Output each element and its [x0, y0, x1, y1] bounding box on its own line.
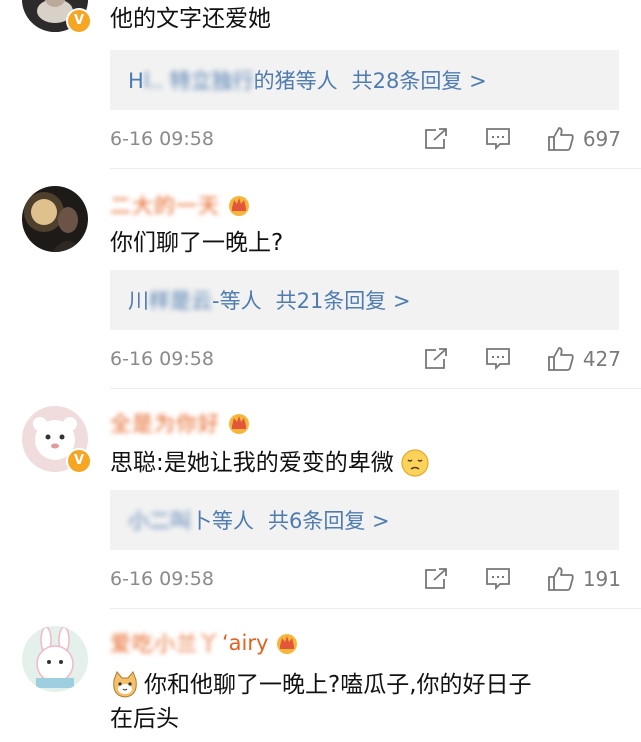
- timestamp: 6-16 09:58: [110, 568, 214, 590]
- like-count: 191: [582, 567, 621, 591]
- reply-names: 小二叫卜等人: [128, 509, 254, 533]
- comment-text: 他的文字还爱她: [110, 6, 271, 32]
- reply-summary[interactable]: 川样是云-等人 共21条回复 >: [110, 270, 619, 330]
- thumbs-up-icon: [547, 127, 574, 151]
- comment-meta: 6-16 09:58 427: [110, 344, 621, 374]
- comment-icon: [485, 348, 510, 371]
- like-count: 697: [582, 127, 621, 151]
- username-row: 二大的一天: [110, 190, 252, 220]
- username-row: 全是为你好: [110, 408, 252, 438]
- verified-v-icon: V: [66, 448, 92, 474]
- share-button[interactable]: [423, 127, 449, 151]
- comment-item: 爱吃小兰丫 ʻairy 你和他聊了一晚上?嗑瓜子,你的好日子 在后头: [0, 610, 641, 742]
- username-row: 爱吃小兰丫 ʻairy: [110, 628, 300, 658]
- username[interactable]: 全是为你好: [110, 408, 220, 438]
- crown-badge-icon: [277, 634, 298, 654]
- reply-count-link[interactable]: 共21条回复 >: [276, 285, 411, 315]
- username-tail: ʻairy: [222, 631, 269, 655]
- avatar[interactable]: [22, 186, 88, 252]
- timestamp: 6-16 09:58: [110, 348, 214, 370]
- like-button[interactable]: 427: [547, 346, 621, 372]
- comment-text: 思聪: 是她让我的爱变的卑微: [110, 446, 617, 480]
- share-icon: [424, 348, 447, 369]
- comment-item: 二大的一天 你们聊了一晚上? 川样是云-等人 共21条回复 > 6-16 09:…: [0, 170, 641, 390]
- reply-summary[interactable]: Hl.. 特立独行的猪等人 共28条回复 >: [110, 50, 619, 110]
- like-count: 427: [582, 347, 621, 371]
- comment-meta: 6-16 09:58 191: [110, 564, 621, 594]
- comment-text: 你们聊了一晚上?: [110, 230, 284, 256]
- username[interactable]: 二大的一天: [110, 190, 220, 220]
- thumbs-up-icon: [547, 347, 574, 371]
- like-button[interactable]: 697: [547, 126, 621, 152]
- comment-text: 你和他聊了一晚上?嗑瓜子,你的好日子 在后头: [110, 671, 532, 732]
- verified-v-icon: V: [66, 8, 92, 34]
- reply-names: Hl.. 特立独行的猪等人: [128, 69, 338, 93]
- like-button[interactable]: 191: [547, 566, 621, 592]
- crown-badge-icon: [229, 196, 249, 216]
- comment-item: V 全是为你好 思聪: 是她让我的爱变的卑微 小二叫卜等人 共6条回复 > 6-…: [0, 390, 641, 610]
- reply-count-link[interactable]: 共28条回复 >: [352, 65, 487, 95]
- thumbs-up-icon: [547, 567, 574, 591]
- comment-button[interactable]: [485, 347, 511, 371]
- comment-meta: 6-16 09:58 697: [110, 124, 621, 154]
- share-icon: [424, 568, 447, 589]
- avatar[interactable]: [22, 626, 88, 692]
- divider: [110, 388, 641, 389]
- reply-names: 川样是云-等人: [128, 289, 262, 313]
- sad-face-emoji-icon: [401, 449, 429, 477]
- share-icon: [424, 128, 447, 149]
- cat-emoji-icon: [113, 671, 137, 698]
- reply-count-link[interactable]: 共6条回复 >: [268, 505, 390, 535]
- share-button[interactable]: [423, 567, 449, 591]
- comment-button[interactable]: [485, 567, 511, 591]
- timestamp: 6-16 09:58: [110, 128, 214, 150]
- username[interactable]: 爱吃小兰丫: [110, 628, 220, 658]
- comment-button[interactable]: [485, 127, 511, 151]
- comment-icon: [485, 128, 510, 151]
- comment-item: V 他的文字还爱她 Hl.. 特立独行的猪等人 共28条回复 > 6-16 09…: [0, 0, 641, 170]
- crown-badge-icon: [229, 414, 249, 434]
- divider: [110, 168, 641, 169]
- reply-summary[interactable]: 小二叫卜等人 共6条回复 >: [110, 490, 619, 550]
- comment-icon: [485, 568, 510, 591]
- divider: [110, 608, 641, 609]
- share-button[interactable]: [423, 347, 449, 371]
